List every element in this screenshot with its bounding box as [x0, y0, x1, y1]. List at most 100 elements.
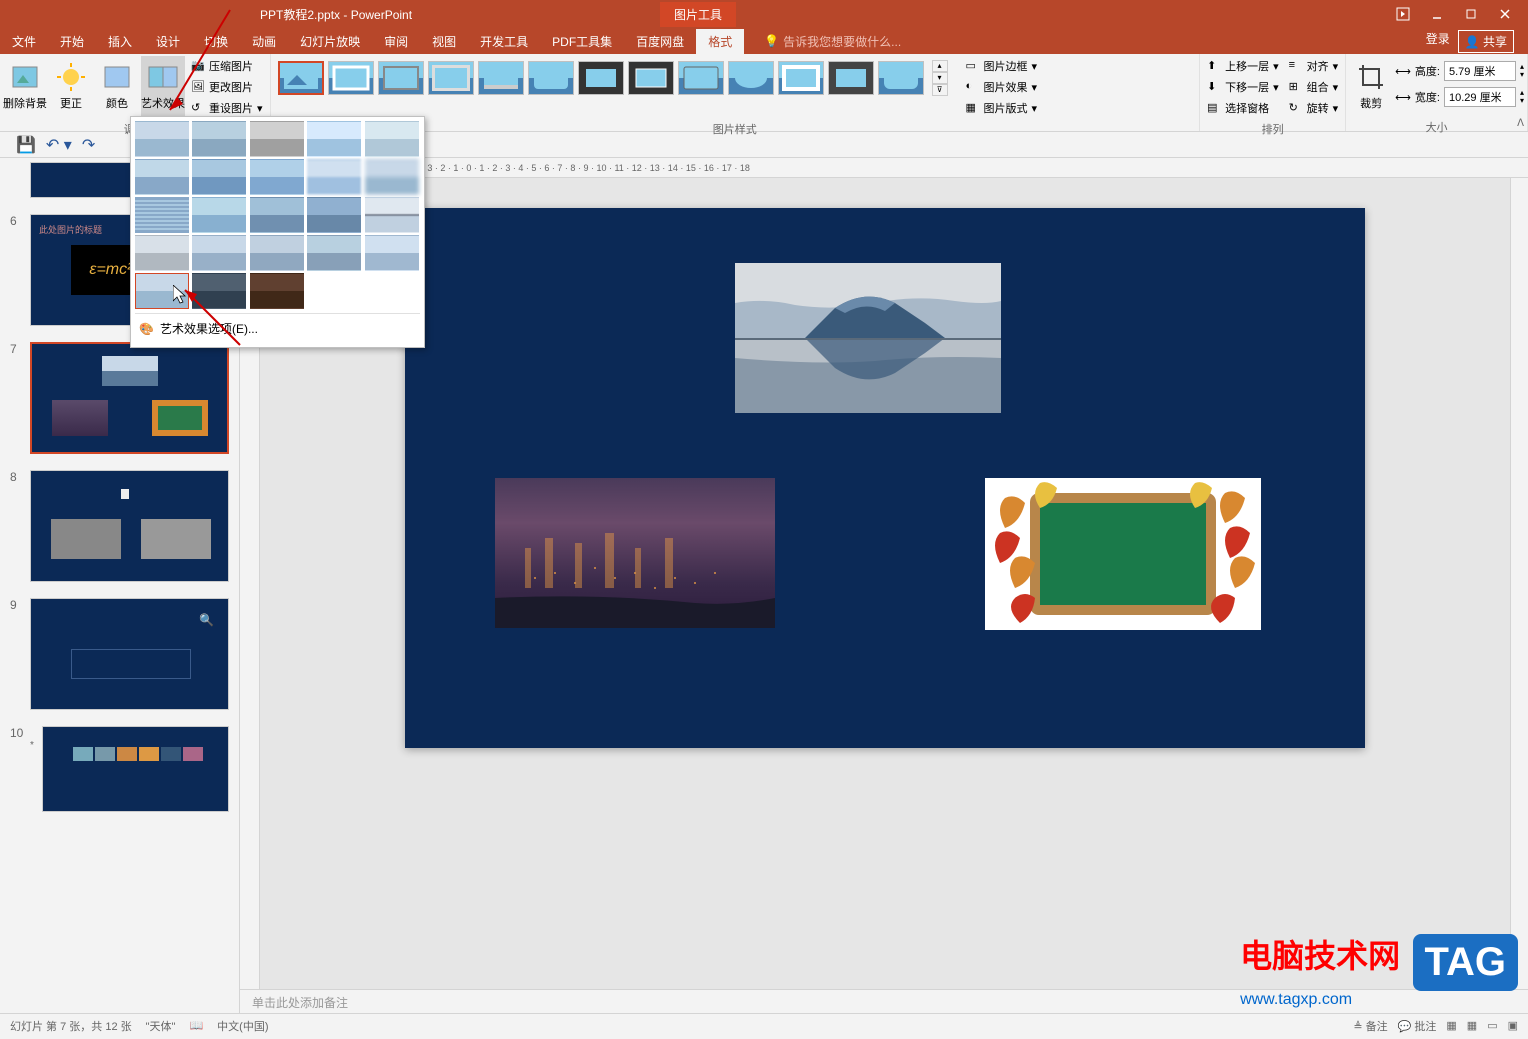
- tab-format[interactable]: 格式: [696, 29, 744, 54]
- slide-thumb-10[interactable]: [42, 726, 229, 812]
- login-button[interactable]: 登录: [1426, 30, 1450, 53]
- style-thumb-2[interactable]: [328, 61, 374, 95]
- art-effect-pencil-gray[interactable]: [250, 121, 304, 157]
- crop-button[interactable]: 裁剪: [1349, 56, 1393, 116]
- width-spinner[interactable]: ▴▾: [1520, 89, 1524, 105]
- tab-slideshow[interactable]: 幻灯片放映: [288, 29, 372, 54]
- tab-view[interactable]: 视图: [420, 29, 468, 54]
- art-effect-glass[interactable]: [365, 197, 419, 233]
- art-effect-line-drawing[interactable]: [365, 121, 419, 157]
- tab-design[interactable]: 设计: [144, 29, 192, 54]
- rotate-button[interactable]: ↻旋转 ▾: [1285, 98, 1343, 118]
- width-input[interactable]: [1444, 87, 1516, 107]
- group-button[interactable]: ⊞组合 ▾: [1285, 77, 1343, 97]
- art-effect-pastels[interactable]: [307, 235, 361, 271]
- slide-image-mountain[interactable]: [735, 263, 1001, 413]
- selection-pane-button[interactable]: ▤选择窗格: [1203, 98, 1283, 118]
- style-thumb-12[interactable]: [828, 61, 874, 95]
- art-effect-crisscross[interactable]: [250, 235, 304, 271]
- sorter-view-button[interactable]: ▦: [1467, 1019, 1477, 1032]
- gallery-down-button[interactable]: ▾: [932, 72, 948, 84]
- tell-me-input[interactable]: 💡 告诉我您想要做什么...: [764, 33, 901, 50]
- style-thumb-6[interactable]: [528, 61, 574, 95]
- art-effect-pencil-sketch[interactable]: [307, 121, 361, 157]
- art-effect-blur[interactable]: [365, 159, 419, 195]
- ribbon-display-button[interactable]: [1388, 4, 1418, 24]
- gallery-more-button[interactable]: ⊽: [932, 84, 948, 96]
- art-effect-chalk[interactable]: [135, 159, 189, 195]
- notes-button[interactable]: ≜ 备注: [1353, 1018, 1387, 1034]
- art-effect-mosaic[interactable]: [307, 197, 361, 233]
- maximize-button[interactable]: [1456, 4, 1486, 24]
- comments-button[interactable]: 💬 批注: [1398, 1018, 1437, 1034]
- slide-thumb-9[interactable]: 🔍: [30, 598, 229, 710]
- tab-animations[interactable]: 动画: [240, 29, 288, 54]
- tab-insert[interactable]: 插入: [96, 29, 144, 54]
- art-effect-paint-brush[interactable]: [250, 159, 304, 195]
- vertical-scrollbar[interactable]: [1510, 178, 1528, 989]
- slide-image-city[interactable]: [495, 478, 775, 628]
- art-effect-light-screen[interactable]: [135, 197, 189, 233]
- compress-picture-button[interactable]: 📷压缩图片: [187, 56, 267, 76]
- close-button[interactable]: [1490, 4, 1520, 24]
- art-effect-marker[interactable]: [192, 121, 246, 157]
- style-thumb-1[interactable]: [278, 61, 324, 95]
- tab-baidu[interactable]: 百度网盘: [624, 29, 696, 54]
- slide-image-board[interactable]: [985, 478, 1261, 630]
- slideshow-view-button[interactable]: ▣: [1508, 1019, 1518, 1032]
- artistic-options-button[interactable]: 🎨 艺术效果选项(E)...: [135, 313, 420, 343]
- height-input[interactable]: [1444, 61, 1516, 81]
- style-thumb-3[interactable]: [378, 61, 424, 95]
- art-effect-watercolor[interactable]: [192, 197, 246, 233]
- share-button[interactable]: 👤 共享: [1458, 30, 1514, 53]
- style-thumb-10[interactable]: [728, 61, 774, 95]
- style-thumb-5[interactable]: [478, 61, 524, 95]
- tab-review[interactable]: 审阅: [372, 29, 420, 54]
- art-effect-photocopy[interactable]: [192, 273, 246, 309]
- normal-view-button[interactable]: ▦: [1446, 1019, 1456, 1032]
- height-spinner[interactable]: ▴▾: [1520, 63, 1524, 79]
- picture-layout-button[interactable]: ▦图片版式 ▾: [962, 98, 1042, 118]
- style-thumb-11[interactable]: [778, 61, 824, 95]
- collapse-ribbon-button[interactable]: ᐱ: [1517, 118, 1524, 129]
- style-thumb-9[interactable]: [678, 61, 724, 95]
- picture-effects-button[interactable]: ◐图片效果 ▾: [962, 77, 1042, 97]
- art-effect-plastic-wrap[interactable]: [365, 235, 419, 271]
- minimize-button[interactable]: [1422, 4, 1452, 24]
- style-thumb-4[interactable]: [428, 61, 474, 95]
- reset-picture-button[interactable]: ↺重设图片 ▾: [187, 98, 267, 118]
- art-effect-texturizer[interactable]: [192, 235, 246, 271]
- style-thumb-7[interactable]: [578, 61, 624, 95]
- align-button[interactable]: ≡对齐 ▾: [1285, 56, 1343, 76]
- art-effect-glow-diffused[interactable]: [307, 159, 361, 195]
- gallery-up-button[interactable]: ▴: [932, 60, 948, 72]
- slide-canvas[interactable]: [405, 208, 1365, 748]
- reading-view-button[interactable]: ▭: [1487, 1019, 1497, 1032]
- spell-check-icon[interactable]: 📖: [189, 1019, 203, 1032]
- bring-forward-button[interactable]: ⬆上移一层 ▾: [1203, 56, 1283, 76]
- color-button[interactable]: 颜色: [95, 56, 139, 116]
- art-effect-none[interactable]: [135, 121, 189, 157]
- style-thumb-13[interactable]: [878, 61, 924, 95]
- artistic-effects-button[interactable]: 艺术效果: [141, 56, 185, 116]
- remove-background-button[interactable]: 删除背景: [3, 56, 47, 116]
- art-effect-paint-strokes[interactable]: [192, 159, 246, 195]
- send-backward-button[interactable]: ⬇下移一层 ▾: [1203, 77, 1283, 97]
- art-effect-glow-edges[interactable]: [250, 273, 304, 309]
- artistic-icon: [147, 61, 179, 93]
- picture-styles-gallery[interactable]: ▴ ▾ ⊽: [274, 56, 952, 100]
- tab-file[interactable]: 文件: [0, 29, 48, 54]
- style-thumb-8[interactable]: [628, 61, 674, 95]
- slide-thumb-8[interactable]: [30, 470, 229, 582]
- art-effect-film-grain[interactable]: [250, 197, 304, 233]
- change-picture-button[interactable]: 🖼更改图片: [187, 77, 267, 97]
- tab-transitions[interactable]: 切换: [192, 29, 240, 54]
- corrections-button[interactable]: 更正: [49, 56, 93, 116]
- tab-pdf[interactable]: PDF工具集: [540, 29, 624, 54]
- tab-home[interactable]: 开始: [48, 29, 96, 54]
- tab-developer[interactable]: 开发工具: [468, 29, 540, 54]
- slide-thumb-7[interactable]: [30, 342, 229, 454]
- art-effect-cement[interactable]: [135, 235, 189, 271]
- language-indicator[interactable]: 中文(中国): [217, 1018, 268, 1034]
- picture-border-button[interactable]: ▭图片边框 ▾: [962, 56, 1042, 76]
